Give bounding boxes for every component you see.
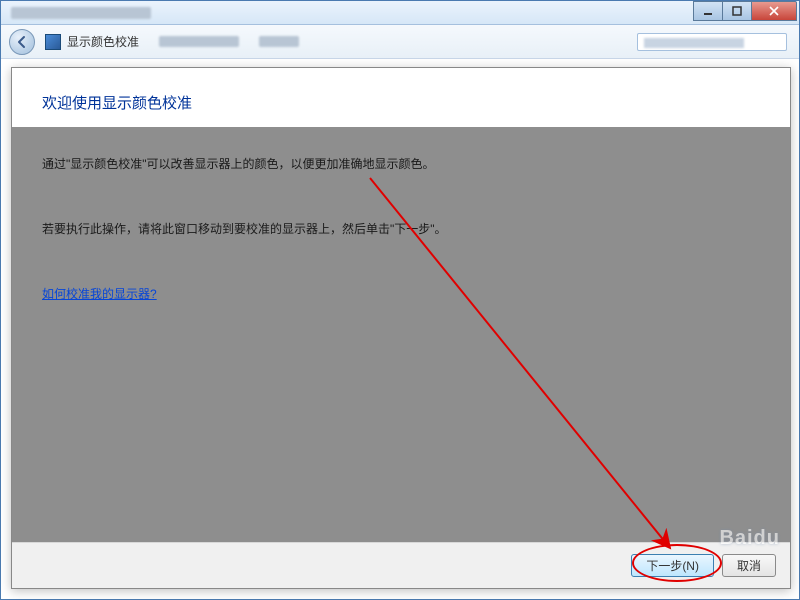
outer-title-placeholder (11, 7, 151, 19)
app-label: 显示颜色校准 (67, 33, 139, 50)
wizard-heading: 欢迎使用显示颜色校准 (12, 68, 790, 127)
search-box-placeholder[interactable] (637, 33, 787, 51)
maximize-button[interactable] (722, 1, 752, 21)
back-button[interactable] (9, 29, 35, 55)
breadcrumb-placeholder-2 (259, 36, 299, 47)
help-link[interactable]: 如何校准我的显示器? (42, 287, 157, 301)
wizard-footer: 下一步(N) 取消 (12, 542, 790, 588)
outer-titlebar (1, 1, 799, 25)
page-title: 欢迎使用显示颜色校准 (42, 92, 760, 113)
next-button[interactable]: 下一步(N) (631, 554, 714, 577)
app-icon (45, 34, 61, 50)
outer-toolbar: 显示颜色校准 (1, 25, 799, 59)
wizard-window: 欢迎使用显示颜色校准 通过"显示颜色校准"可以改善显示器上的颜色，以便更加准确地… (11, 67, 791, 589)
window-controls (694, 1, 797, 21)
close-button[interactable] (751, 1, 797, 21)
body-paragraph-2: 若要执行此操作，请将此窗口移动到要校准的显示器上，然后单击"下一步"。 (42, 220, 760, 239)
body-paragraph-1: 通过"显示颜色校准"可以改善显示器上的颜色，以便更加准确地显示颜色。 (42, 155, 760, 174)
background-window: 显示颜色校准 欢迎使用显示颜色校准 通过"显示颜色校准"可以改善显示器上的颜色，… (0, 0, 800, 600)
cancel-button[interactable]: 取消 (722, 554, 776, 577)
minimize-button[interactable] (693, 1, 723, 21)
breadcrumb-placeholder (159, 36, 239, 47)
wizard-body: 通过"显示颜色校准"可以改善显示器上的颜色，以便更加准确地显示颜色。 若要执行此… (12, 127, 790, 542)
